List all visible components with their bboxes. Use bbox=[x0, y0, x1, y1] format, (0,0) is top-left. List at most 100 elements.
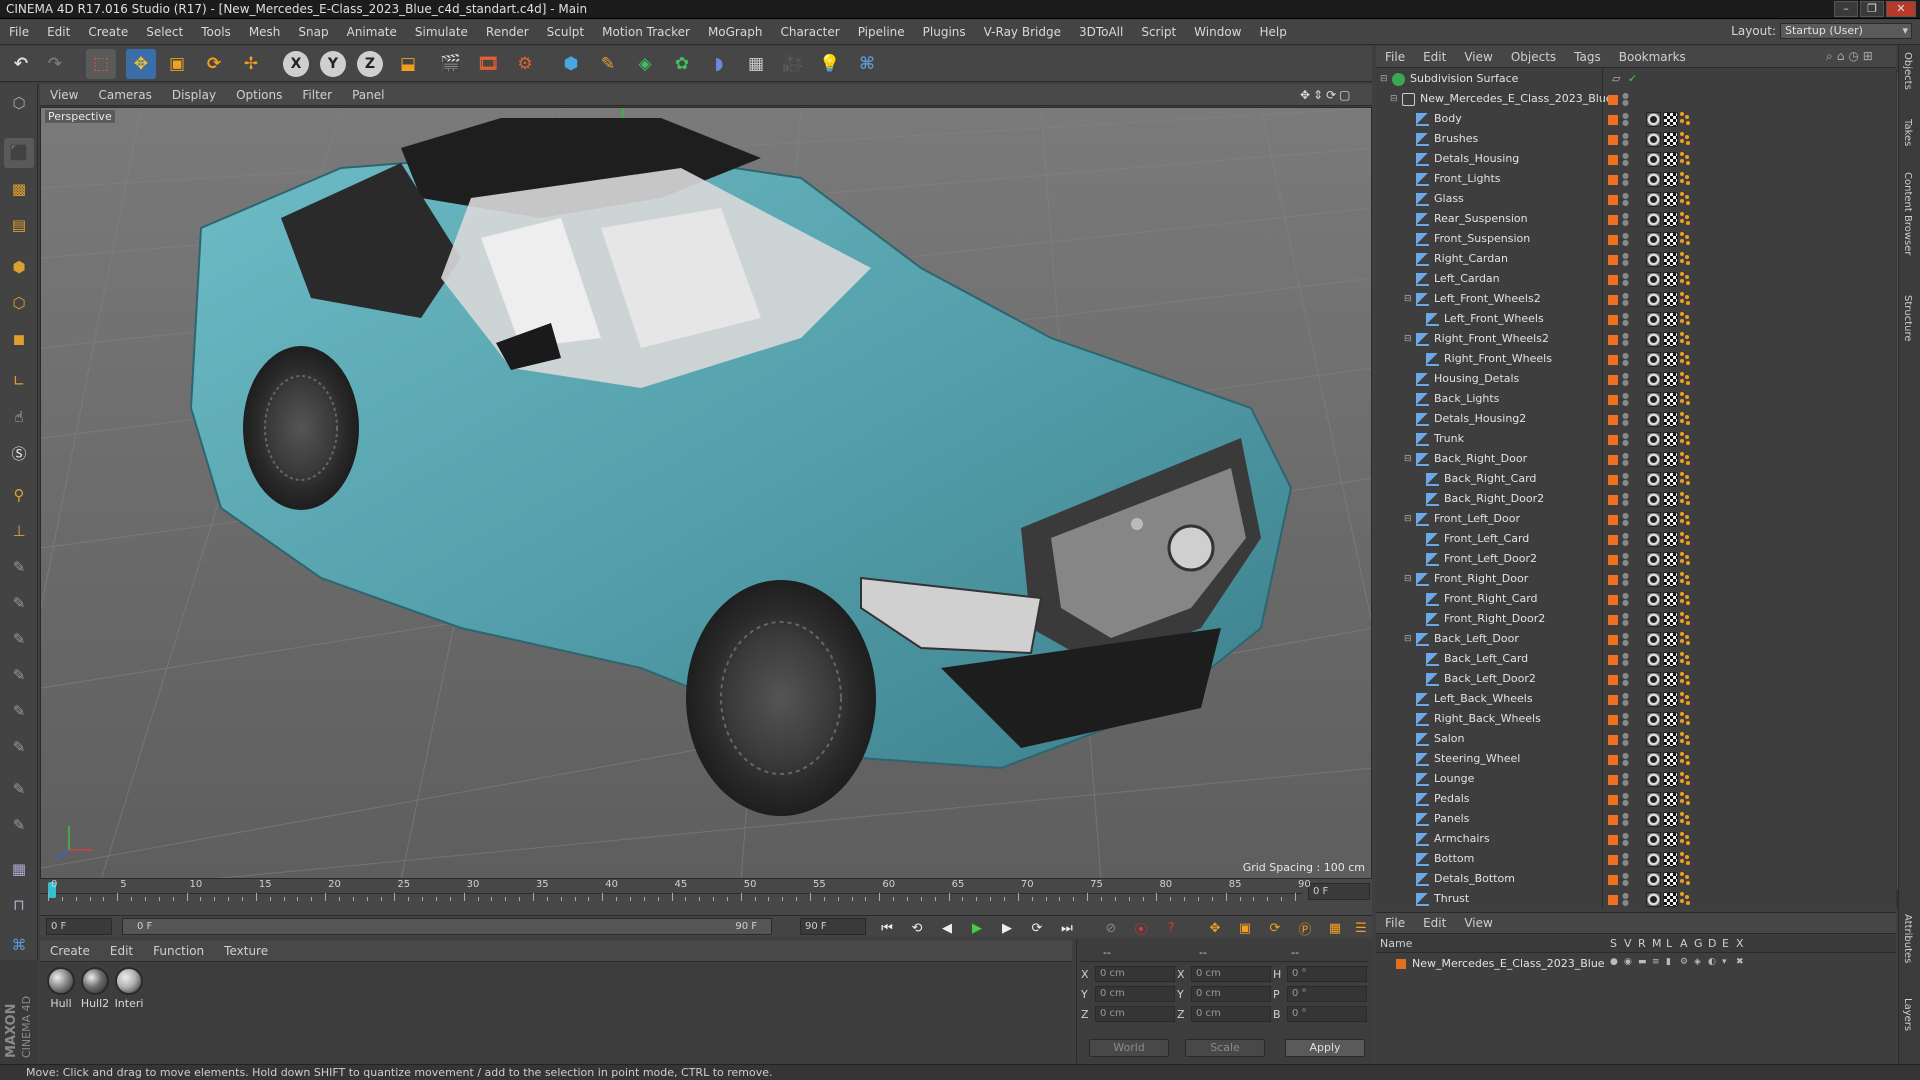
material-tag-icon[interactable] bbox=[1680, 192, 1694, 206]
object-row[interactable]: Back_Left_Card ● ● bbox=[1376, 649, 1886, 669]
object-row[interactable]: ⊟ Subdivision Surface ✓ ▱ bbox=[1376, 69, 1886, 89]
material-tag-icon[interactable] bbox=[1680, 652, 1694, 666]
coord-value-field[interactable]: 0 ° bbox=[1287, 966, 1367, 982]
object-row[interactable]: Right_Back_Wheels ● ● bbox=[1376, 709, 1886, 729]
menu-mesh[interactable]: Mesh bbox=[240, 25, 290, 39]
material-tag-icon[interactable] bbox=[1680, 752, 1694, 766]
material-tag-icon[interactable] bbox=[1680, 772, 1694, 786]
object-row[interactable]: Lounge ● ● bbox=[1376, 769, 1886, 789]
layer-color-swatch[interactable] bbox=[1608, 295, 1618, 305]
sculpt-inflate-icon[interactable]: ✎ bbox=[4, 696, 34, 726]
menu-animate[interactable]: Animate bbox=[338, 25, 406, 39]
object-menu-objects[interactable]: Objects bbox=[1502, 50, 1565, 64]
layer-color-swatch[interactable] bbox=[1608, 735, 1618, 745]
coord-value-field[interactable]: 0 cm bbox=[1191, 1006, 1271, 1022]
material-tag-icon[interactable] bbox=[1680, 112, 1694, 126]
material-swatch[interactable]: Hull bbox=[46, 967, 76, 1010]
material-tag-icon[interactable] bbox=[1680, 612, 1694, 626]
layer-color-swatch[interactable] bbox=[1608, 175, 1618, 185]
layer-color-swatch[interactable] bbox=[1608, 335, 1618, 345]
texture-tag-icon[interactable] bbox=[1663, 532, 1678, 547]
visibility-dots-icon[interactable]: ● ● bbox=[1622, 752, 1629, 767]
sculpt-mask-icon[interactable]: ✎ bbox=[4, 774, 34, 804]
tweak-mode-icon[interactable]: ☝ bbox=[4, 402, 34, 432]
object-row[interactable]: ⊟ Back_Left_Door ● ● bbox=[1376, 629, 1886, 649]
texture-mode-icon[interactable]: ▩ bbox=[4, 174, 34, 204]
material-tag-icon[interactable] bbox=[1680, 172, 1694, 186]
object-menu-edit[interactable]: Edit bbox=[1414, 50, 1455, 64]
material-tag-icon[interactable] bbox=[1680, 852, 1694, 866]
object-row[interactable]: Front_Lights ● ● bbox=[1376, 169, 1886, 189]
layer-color-swatch[interactable] bbox=[1608, 775, 1618, 785]
visibility-dots-icon[interactable]: ● ● bbox=[1622, 252, 1629, 267]
layer-row[interactable]: New_Mercedes_E_Class_2023_Blue ● ◉ ▬ ≡ ▮ ⚙ ◈ ◐ ▾ ✖ bbox=[1376, 954, 1896, 974]
texture-tag-icon[interactable] bbox=[1663, 512, 1678, 527]
menu-v-ray-bridge[interactable]: V-Ray Bridge bbox=[975, 25, 1070, 39]
render-picture-viewer-icon[interactable]: 🎞 bbox=[473, 49, 503, 79]
key-parameter-icon[interactable]: Ⓟ bbox=[1294, 918, 1316, 938]
layer-color-swatch[interactable] bbox=[1608, 135, 1618, 145]
object-row[interactable]: Panels ● ● bbox=[1376, 809, 1886, 829]
texture-tag-icon[interactable] bbox=[1663, 272, 1678, 287]
viewport-menu-panel[interactable]: Panel bbox=[342, 88, 394, 102]
texture-tag-icon[interactable] bbox=[1663, 372, 1678, 387]
phong-tag-icon[interactable] bbox=[1646, 252, 1661, 267]
layer-color-swatch[interactable] bbox=[1396, 959, 1406, 969]
x-axis-lock-icon[interactable]: X bbox=[283, 51, 309, 77]
object-menu-bookmarks[interactable]: Bookmarks bbox=[1610, 50, 1695, 64]
texture-tag-icon[interactable] bbox=[1663, 892, 1678, 907]
material-tag-icon[interactable] bbox=[1680, 792, 1694, 806]
layer-color-swatch[interactable] bbox=[1608, 595, 1618, 605]
material-tag-icon[interactable] bbox=[1680, 152, 1694, 166]
phong-tag-icon[interactable] bbox=[1646, 592, 1661, 607]
material-tag-icon[interactable] bbox=[1680, 452, 1694, 466]
coord-value-field[interactable]: 0 cm bbox=[1095, 966, 1175, 982]
next-key-icon[interactable]: ⟳ bbox=[1026, 918, 1048, 938]
phong-tag-icon[interactable] bbox=[1646, 552, 1661, 567]
move-tool-icon[interactable]: ✥ bbox=[126, 49, 156, 79]
texture-tag-icon[interactable] bbox=[1663, 332, 1678, 347]
phong-tag-icon[interactable] bbox=[1646, 652, 1661, 667]
maximize-button[interactable]: ❐ bbox=[1860, 1, 1884, 17]
viewport-nav-icons[interactable]: ✥⇕⟳▢ bbox=[1300, 88, 1354, 102]
viewport-menu-view[interactable]: View bbox=[40, 88, 88, 102]
layout-dropdown[interactable]: Startup (User) ▾ bbox=[1780, 23, 1912, 39]
object-manager-search-icons[interactable]: ⌕⌂◷⊞ bbox=[1826, 49, 1877, 64]
phong-tag-icon[interactable] bbox=[1646, 372, 1661, 387]
expressions-icon[interactable]: ▾ bbox=[1722, 957, 1727, 967]
side-tab-structure[interactable]: Structure bbox=[1902, 295, 1913, 342]
polygons-mode-icon[interactable]: ◼ bbox=[4, 324, 34, 354]
phong-tag-icon[interactable] bbox=[1646, 672, 1661, 687]
edges-mode-icon[interactable]: ⬡ bbox=[4, 288, 34, 318]
object-row[interactable]: Salon ● ● bbox=[1376, 729, 1886, 749]
render-view-icon[interactable]: 🎬 bbox=[436, 49, 466, 79]
end-frame-field[interactable]: 90 F bbox=[800, 918, 866, 935]
z-axis-lock-icon[interactable]: Z bbox=[357, 51, 383, 77]
phong-tag-icon[interactable] bbox=[1646, 792, 1661, 807]
layer-color-swatch[interactable] bbox=[1608, 535, 1618, 545]
layer-color-swatch[interactable] bbox=[1608, 835, 1618, 845]
visibility-dots-icon[interactable]: ● ● bbox=[1622, 112, 1629, 127]
menu-motion-tracker[interactable]: Motion Tracker bbox=[593, 25, 699, 39]
texture-tag-icon[interactable] bbox=[1663, 312, 1678, 327]
xref-icon[interactable]: ✖ bbox=[1736, 957, 1744, 967]
visibility-dots-icon[interactable]: ● ● bbox=[1622, 172, 1629, 187]
menu-pipeline[interactable]: Pipeline bbox=[849, 25, 914, 39]
cube-primitive-icon[interactable]: ⬢ bbox=[556, 49, 586, 79]
visibility-dots-icon[interactable]: ● ● bbox=[1622, 672, 1629, 687]
material-tag-icon[interactable] bbox=[1680, 672, 1694, 686]
material-tag-icon[interactable] bbox=[1680, 352, 1694, 366]
menu-mograph[interactable]: MoGraph bbox=[699, 25, 772, 39]
current-frame-field[interactable]: 0 F bbox=[1308, 883, 1370, 900]
start-frame-field[interactable]: 0 F bbox=[46, 918, 112, 935]
menu-create[interactable]: Create bbox=[79, 25, 137, 39]
visibility-dots-icon[interactable]: ● ● bbox=[1622, 272, 1629, 287]
visibility-dots-icon[interactable]: ● ● bbox=[1622, 492, 1629, 507]
layer-color-swatch[interactable] bbox=[1608, 655, 1618, 665]
keyframe-selection-icon[interactable]: ? bbox=[1160, 918, 1182, 938]
layer-color-swatch[interactable] bbox=[1608, 515, 1618, 525]
sculpt-pull-icon[interactable]: ✎ bbox=[4, 588, 34, 618]
material-tag-icon[interactable] bbox=[1680, 432, 1694, 446]
floor-scene-icon[interactable]: ▦ bbox=[741, 49, 771, 79]
layer-color-swatch[interactable] bbox=[1608, 795, 1618, 805]
